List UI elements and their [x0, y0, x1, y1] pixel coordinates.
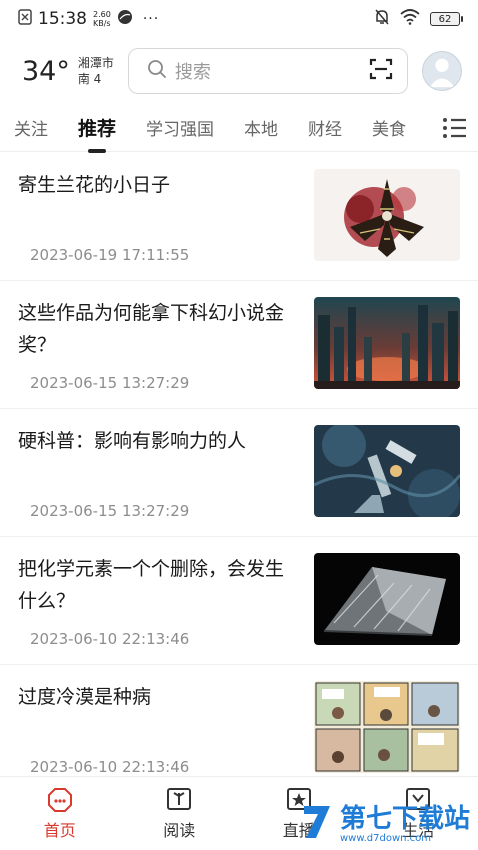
news-item[interactable]: 硬科普：影响有影响力的人 2023-06-15 13:27:29 [0, 409, 478, 537]
watermark-sub: www.d7down.com [339, 832, 432, 844]
wifi-icon [400, 8, 420, 30]
news-item[interactable]: 这些作品为何能拿下科幻小说金奖？ 2023-06-15 13:27:29 [0, 281, 478, 409]
net-speed-unit: KB/s [93, 19, 111, 28]
news-title[interactable]: 硬科普：影响有影响力的人 [18, 425, 298, 457]
scan-icon[interactable] [369, 58, 393, 84]
weather-city: 湘潭市 [77, 56, 114, 70]
home-icon [47, 787, 73, 813]
news-time: 2023-06-15 13:27:29 [30, 374, 190, 392]
tab-finance[interactable]: 财经 [308, 115, 342, 140]
watermark: 第七下载站 www.d7down.com [300, 802, 470, 846]
status-time: 15:38 [38, 9, 87, 29]
news-title[interactable]: 寄生兰花的小日子 [18, 169, 298, 201]
news-thumbnail-orchid[interactable] [314, 169, 460, 261]
news-thumbnail-microscope[interactable] [314, 425, 460, 517]
news-item[interactable]: 过度冷漠是种病 2023-06-10 22:13:46 [0, 665, 478, 793]
weather-location[interactable]: 湘潭市 南 4 [78, 55, 114, 87]
tab-food[interactable]: 美食 [372, 115, 406, 140]
news-thumbnail-scifi-city[interactable] [314, 297, 460, 389]
news-thumbnail-comic[interactable] [314, 681, 460, 773]
notification-icon [18, 8, 32, 30]
battery-icon: 62 [430, 12, 463, 26]
tab-local[interactable]: 本地 [244, 115, 278, 140]
category-tabs: 关注 推荐 学习强国 本地 财经 美食 [0, 104, 478, 153]
header: 34° 湘潭市 南 4 搜索 [0, 40, 478, 102]
net-speed: 2.60 KB/s [93, 10, 111, 28]
nav-home-label: 首页 [43, 821, 76, 840]
news-item[interactable]: 寄生兰花的小日子 2023-06-19 17:11:55 [0, 153, 478, 281]
news-time: 2023-06-19 17:11:55 [30, 246, 190, 264]
tab-follow[interactable]: 关注 [14, 115, 48, 140]
news-feed: 寄生兰花的小日子 2023-06-19 17:11:55 这些作品为何能拿下科幻… [0, 153, 478, 793]
news-time: 2023-06-15 13:27:29 [30, 502, 190, 520]
news-thumbnail-crystal[interactable] [314, 553, 460, 645]
news-title[interactable]: 过度冷漠是种病 [18, 681, 298, 713]
search-icon [147, 59, 167, 83]
nav-read[interactable]: 阅读 [120, 777, 240, 850]
nav-read-label: 阅读 [163, 821, 196, 840]
watermark-logo-icon [300, 802, 334, 846]
news-time: 2023-06-10 22:13:46 [30, 758, 190, 776]
watermark-text: 第七下载站 [339, 803, 470, 834]
nav-home[interactable]: 首页 [0, 777, 120, 850]
news-title[interactable]: 这些作品为何能拿下科幻小说金奖？ [18, 297, 298, 361]
avatar[interactable] [421, 51, 462, 91]
tab-xuexi[interactable]: 学习强国 [146, 115, 214, 140]
search-placeholder: 搜索 [174, 62, 211, 83]
weather-wind: 南 4 [77, 72, 102, 86]
search-box[interactable]: 搜索 [127, 48, 408, 94]
more-status-icon: ··· [142, 11, 160, 27]
book-icon [166, 787, 192, 813]
app-icon [117, 9, 133, 30]
mute-icon [374, 8, 390, 31]
news-time: 2023-06-10 22:13:46 [30, 630, 190, 648]
weather-temperature[interactable]: 34° [22, 56, 70, 87]
status-bar: 15:38 2.60 KB/s ··· 62 [0, 0, 478, 38]
news-item[interactable]: 把化学元素一个个删除，会发生什么？ 2023-06-10 22:13:46 [0, 537, 478, 665]
tab-menu-icon[interactable] [442, 116, 468, 140]
news-title[interactable]: 把化学元素一个个删除，会发生什么？ [18, 553, 298, 617]
tab-recommend[interactable]: 推荐 [78, 114, 116, 153]
net-speed-value: 2.60 [93, 10, 111, 19]
